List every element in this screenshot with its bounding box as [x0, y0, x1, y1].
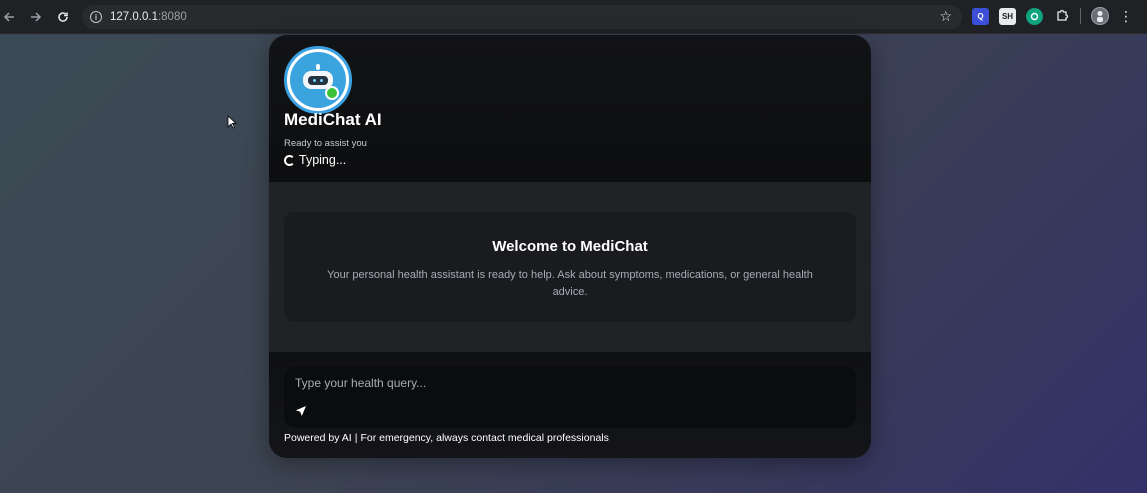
chat-composer: Powered by AI|For emergency, always cont…	[269, 352, 871, 458]
typing-indicator: Typing...	[284, 153, 346, 167]
extension-g-icon[interactable]	[1026, 7, 1043, 25]
extensions-puzzle-icon[interactable]	[1053, 8, 1070, 25]
query-input-container	[284, 366, 856, 428]
chat-header: MediChat AI Ready to assist you Typing..…	[269, 35, 871, 182]
footer-separator: |	[354, 432, 358, 444]
url-host: 127.0.0.1	[110, 11, 158, 23]
bot-status: Ready to assist you	[284, 138, 367, 149]
welcome-title: Welcome to MediChat	[492, 238, 648, 255]
bookmark-star-icon[interactable]: ☆	[939, 8, 952, 25]
browser-toolbar: i 127.0.0.1:8080 ☆ Q SH ⋮	[0, 0, 1147, 34]
spinner-icon	[284, 154, 295, 166]
back-icon[interactable]	[0, 4, 22, 30]
site-info-icon[interactable]: i	[90, 11, 102, 23]
send-icon	[296, 406, 306, 416]
toolbar-divider	[1080, 8, 1081, 24]
powered-by-text: Powered by AI	[284, 432, 352, 444]
chat-messages: Welcome to MediChat Your personal health…	[269, 182, 871, 352]
query-input[interactable]	[295, 372, 835, 394]
chat-card: MediChat AI Ready to assist you Typing..…	[269, 35, 871, 458]
page-background: MediChat AI Ready to assist you Typing..…	[0, 35, 1147, 493]
url-port: :8080	[157, 11, 187, 23]
emergency-notice: For emergency, always contact medical pr…	[360, 432, 609, 444]
footer-disclaimer: Powered by AI | For emergency, always cont…	[284, 432, 609, 444]
send-button[interactable]	[293, 403, 309, 419]
welcome-message: Welcome to MediChat Your personal health…	[284, 212, 856, 322]
address-bar[interactable]: i 127.0.0.1:8080 ☆	[82, 5, 962, 29]
mouse-cursor-icon	[227, 115, 237, 129]
bot-avatar	[284, 46, 352, 114]
extension-q-icon[interactable]: Q	[972, 7, 989, 25]
browser-menu-icon[interactable]: ⋮	[1119, 8, 1133, 25]
reload-icon[interactable]	[50, 4, 76, 30]
welcome-text: Your personal health assistant is ready …	[327, 269, 813, 298]
typing-label: Typing...	[299, 153, 347, 167]
bot-name: MediChat AI	[284, 110, 382, 129]
profile-avatar[interactable]	[1091, 7, 1109, 25]
robot-icon	[290, 52, 346, 108]
online-status-indicator	[325, 86, 339, 100]
extension-sh-icon[interactable]: SH	[999, 7, 1016, 25]
forward-icon[interactable]	[23, 4, 49, 30]
